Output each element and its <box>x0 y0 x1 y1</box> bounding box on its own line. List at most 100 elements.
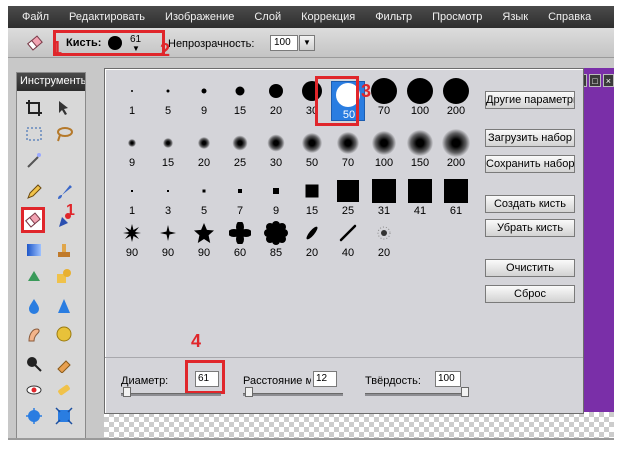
sharpen-icon[interactable] <box>53 295 75 317</box>
menu-layer[interactable]: Слой <box>244 11 291 23</box>
tools-panel-title[interactable]: Инструменты <box>17 73 85 91</box>
annotation-number-4: 4 <box>191 331 202 351</box>
eraser-icon <box>26 34 44 52</box>
burn-icon[interactable] <box>53 353 75 375</box>
brush-cell[interactable]: 20 <box>295 219 329 259</box>
brush-cell[interactable]: 20 <box>259 77 293 117</box>
remove-brush-button[interactable]: Убрать кисть <box>485 219 575 237</box>
zoom-bloat-icon[interactable] <box>23 405 45 427</box>
create-brush-button[interactable]: Создать кисть <box>485 195 575 213</box>
menu-adjustments[interactable]: Коррекция <box>291 11 365 23</box>
other-params-button[interactable]: Другие параметры <box>485 91 575 109</box>
divider <box>105 357 583 358</box>
red-eye-icon[interactable] <box>23 379 45 401</box>
diameter-slider-track[interactable] <box>121 393 221 396</box>
spacing-input[interactable]: 12 <box>313 371 337 387</box>
hardness-input[interactable]: 100 <box>435 371 461 387</box>
marquee-icon[interactable] <box>23 123 45 145</box>
heal-icon[interactable] <box>53 379 75 401</box>
brush-cell[interactable]: 70 <box>331 129 365 169</box>
brush-cell[interactable]: 200 <box>439 77 473 117</box>
close-icon[interactable]: × <box>602 74 614 87</box>
menu-filter[interactable]: Фильтр <box>365 11 422 23</box>
gradient-icon[interactable] <box>23 239 45 261</box>
brush-cell[interactable]: 70 <box>367 77 401 117</box>
smudge-icon[interactable] <box>23 323 45 345</box>
brush-cell[interactable]: 9 <box>187 77 221 117</box>
opacity-input[interactable]: 100 <box>270 35 298 51</box>
stamp-icon[interactable] <box>53 239 75 261</box>
brush-cell[interactable]: 30 <box>259 129 293 169</box>
brush-cell[interactable]: 41 <box>403 177 437 217</box>
brush-cell[interactable]: 15 <box>223 77 257 117</box>
lasso-icon[interactable] <box>53 123 75 145</box>
brush-cell[interactable]: 5 <box>151 77 185 117</box>
brush-cell[interactable]: 20 <box>367 219 401 259</box>
brush-cell[interactable]: 90 <box>151 219 185 259</box>
menu-edit[interactable]: Редактировать <box>59 11 155 23</box>
editor-window: Файл Редактировать Изображение Слой Корр… <box>8 6 614 440</box>
hardness-slider-thumb[interactable] <box>461 387 469 397</box>
brush-cell[interactable]: 5 <box>187 177 221 217</box>
brush-cell[interactable]: 7 <box>223 177 257 217</box>
brush-cell[interactable]: 200 <box>439 129 473 169</box>
brush-cell[interactable]: 9 <box>115 129 149 169</box>
blur-drop-icon[interactable] <box>23 295 45 317</box>
brush-cell[interactable]: 1 <box>115 177 149 217</box>
brush-cell[interactable]: 20 <box>187 129 221 169</box>
chevron-down-icon[interactable]: ▼ <box>132 44 140 53</box>
hardness-slider-track[interactable] <box>365 393 465 396</box>
brush-cell[interactable]: 31 <box>367 177 401 217</box>
dodge-icon[interactable] <box>23 353 45 375</box>
eraser-tool-button[interactable] <box>21 207 45 233</box>
brush-cell[interactable]: 25 <box>331 177 365 217</box>
menu-file[interactable]: Файл <box>8 11 59 23</box>
annotation-number-2: 2 <box>160 40 171 60</box>
reset-button[interactable]: Сброс <box>485 285 575 303</box>
tools-panel: Инструменты <box>16 72 86 438</box>
magic-wand-icon[interactable] <box>23 149 45 171</box>
brush-cell[interactable]: 15 <box>151 129 185 169</box>
menu-help[interactable]: Справка <box>538 11 601 23</box>
menu-image[interactable]: Изображение <box>155 11 244 23</box>
load-set-button[interactable]: Загрузить набор <box>485 129 575 147</box>
brush-cell[interactable]: 90 <box>187 219 221 259</box>
opacity-dropdown-button[interactable]: ▼ <box>299 35 315 51</box>
crop-icon[interactable] <box>23 97 45 119</box>
brush-icon[interactable] <box>53 181 75 203</box>
menu-bar: Файл Редактировать Изображение Слой Корр… <box>8 6 614 28</box>
sponge-icon[interactable] <box>53 323 75 345</box>
brush-cell[interactable]: 9 <box>259 177 293 217</box>
brush-cell[interactable]: 61 <box>439 177 473 217</box>
brush-cell[interactable]: 60 <box>223 219 257 259</box>
spacing-slider-thumb[interactable] <box>245 387 253 397</box>
brush-cell[interactable]: 40 <box>331 219 365 259</box>
menu-view[interactable]: Просмотр <box>422 11 492 23</box>
move-icon[interactable] <box>53 97 75 119</box>
diameter-slider-thumb[interactable] <box>123 387 131 397</box>
screenshot-frame: Файл Редактировать Изображение Слой Корр… <box>0 0 624 450</box>
brush-cell[interactable]: 100 <box>403 77 437 117</box>
brush-cell[interactable]: 3 <box>151 177 185 217</box>
clear-button[interactable]: Очистить <box>485 259 575 277</box>
brush-cell[interactable]: 100 <box>367 129 401 169</box>
brush-preview-dot[interactable] <box>108 36 122 50</box>
brush-cell[interactable]: 50 <box>295 129 329 169</box>
color-replace-icon[interactable] <box>23 265 45 287</box>
shapes-icon[interactable] <box>53 265 75 287</box>
brush-cell[interactable]: 15 <box>295 177 329 217</box>
brush-cell[interactable]: 85 <box>259 219 293 259</box>
brush-cell[interactable]: 25 <box>223 129 257 169</box>
pinch-icon[interactable] <box>53 405 75 427</box>
pencil-icon[interactable] <box>23 181 45 203</box>
brush-cell[interactable]: 150 <box>403 129 437 169</box>
maximize-icon[interactable]: □ <box>589 74 601 87</box>
brush-cell[interactable]: 1 <box>115 77 149 117</box>
save-set-button[interactable]: Сохранить набор <box>485 155 575 173</box>
menu-language[interactable]: Язык <box>492 11 538 23</box>
brush-cell[interactable]: 90 <box>115 219 149 259</box>
spacing-slider-track[interactable] <box>243 393 343 396</box>
opacity-label: Непрозрачность: <box>168 38 255 50</box>
spacing-label-text: Расстояние между символами: <box>243 375 311 387</box>
annotation-number-1: 1 <box>52 38 63 58</box>
